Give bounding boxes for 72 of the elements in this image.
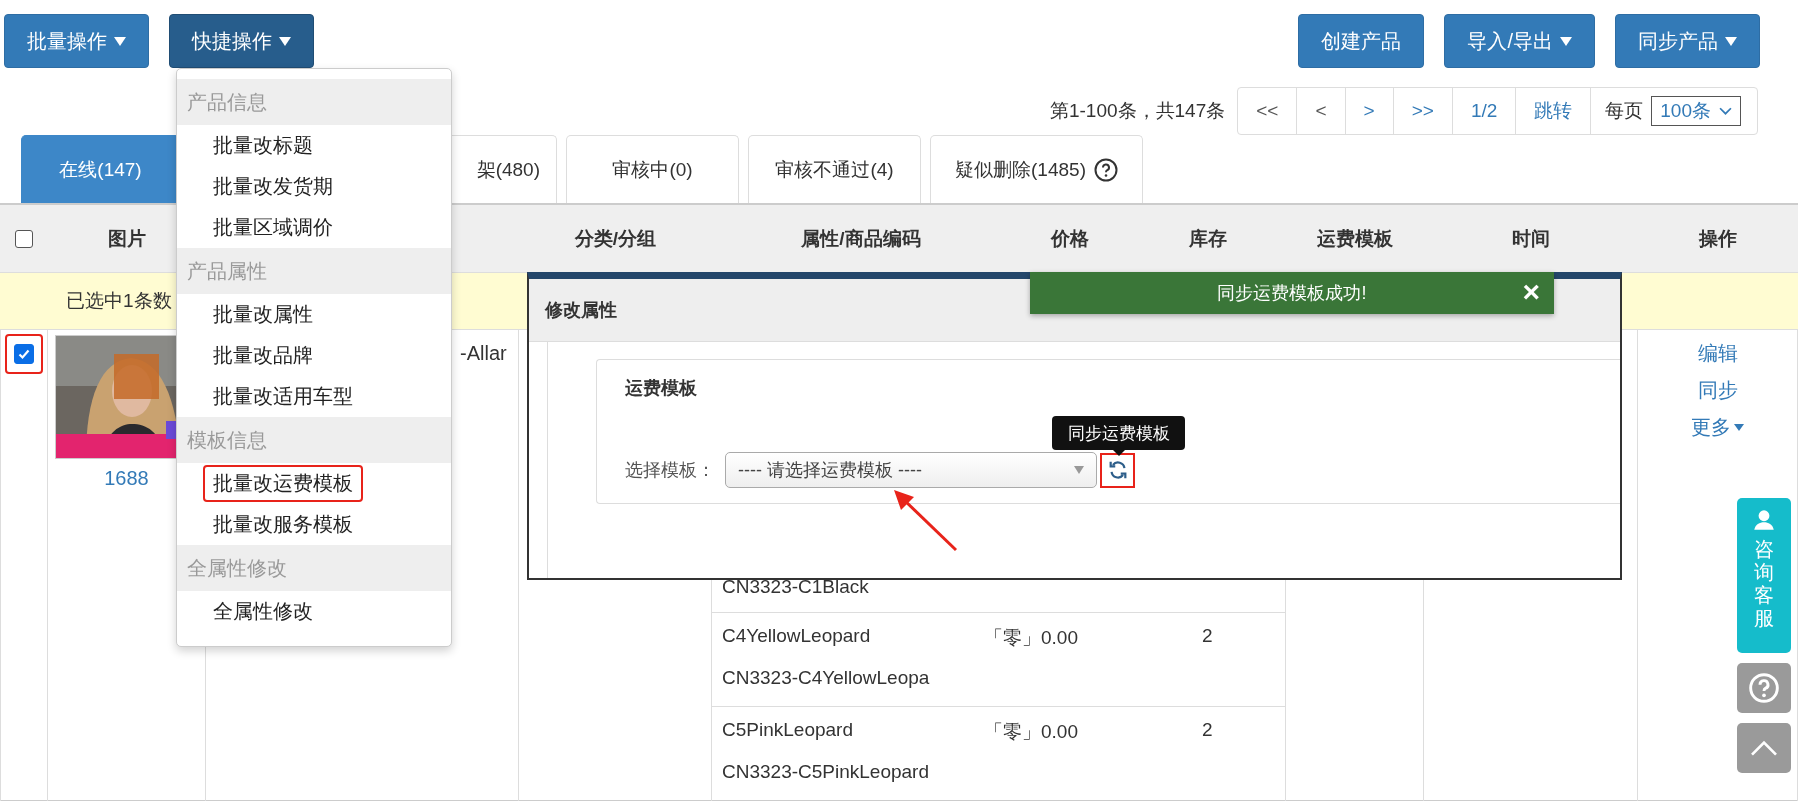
variant-price: 「零」0.00 xyxy=(984,627,1078,648)
menu-item[interactable]: 批量改属性 xyxy=(203,296,323,333)
field-label: 选择模板： xyxy=(625,459,715,482)
variant-code: CN3323-C4YellowLeopa xyxy=(722,667,931,689)
menu-item[interactable]: 全属性修改 xyxy=(203,593,323,630)
menu-item[interactable]: 批量改运费模板 xyxy=(203,465,363,502)
menu-item[interactable]: 批量改标题 xyxy=(203,127,323,164)
refresh-button[interactable] xyxy=(1100,452,1135,488)
selection-notice: 已选中1条数 xyxy=(66,289,172,313)
column-header: 属性/商品编码 xyxy=(800,226,922,251)
menu-item[interactable]: 批量改适用车型 xyxy=(203,378,363,415)
menu-group-header: 产品信息 xyxy=(177,79,451,125)
status-tab[interactable]: 疑似删除(1485) xyxy=(930,135,1143,203)
column-header: 运费模板 xyxy=(1316,226,1394,251)
tooltip: 同步运费模板 xyxy=(1052,416,1185,456)
jump-button[interactable]: 跳转 xyxy=(1516,88,1592,134)
help-icon xyxy=(1093,157,1118,182)
help-icon xyxy=(1748,672,1780,704)
menu-item[interactable]: 批量改发货期 xyxy=(203,168,343,205)
action-link[interactable]: 更多 xyxy=(1691,414,1744,441)
source-link[interactable]: 1688 xyxy=(104,467,149,490)
page-summary: 第1-100条，共147条 xyxy=(1049,99,1226,123)
column-header: 分类/分组 xyxy=(573,226,658,251)
back-to-top-button[interactable] xyxy=(1737,723,1791,773)
variant-price: 「零」0.00 xyxy=(984,721,1078,742)
toolbar-button[interactable]: 批量操作 xyxy=(4,14,149,68)
action-link[interactable]: 同步 xyxy=(1697,377,1738,404)
menu-item[interactable]: 批量改品牌 xyxy=(203,337,323,374)
chevron-down-icon xyxy=(1719,106,1732,116)
variant-name: C4YellowLeopard xyxy=(722,625,872,647)
variant-code: CN3323-C1Black xyxy=(722,576,870,598)
caret-icon xyxy=(1074,466,1084,474)
caret-icon xyxy=(279,36,291,46)
per-page-label: 每页 xyxy=(1604,99,1645,123)
help-button[interactable] xyxy=(1737,663,1791,713)
column-header: 库存 xyxy=(1188,226,1228,251)
caret-icon xyxy=(1560,36,1572,46)
toolbar-button[interactable]: 创建产品 xyxy=(1298,14,1425,68)
caret-icon xyxy=(114,36,126,46)
status-tab[interactable]: 审核不通过(4) xyxy=(748,135,921,203)
template-select[interactable]: ---- 请选择运费模板 ---- xyxy=(725,452,1097,488)
product-title: -Allar xyxy=(460,342,507,364)
variant-name: C5PinkLeopard xyxy=(722,719,854,741)
menu-item[interactable]: 批量改服务模板 xyxy=(203,506,363,543)
menu-group-header: 产品属性 xyxy=(177,248,451,294)
variant-code: CN3323-C5PinkLeopard xyxy=(722,761,930,783)
toolbar-button[interactable]: 快捷操作 xyxy=(169,14,314,68)
page-button[interactable]: >> xyxy=(1393,88,1453,134)
page-indicator: 1/2 xyxy=(1452,88,1517,134)
menu-group-header: 全属性修改 xyxy=(177,545,451,591)
variant-stock: 2 xyxy=(1202,625,1213,646)
action-link[interactable]: 编辑 xyxy=(1697,340,1738,367)
toolbar-button[interactable]: 同步产品 xyxy=(1615,14,1760,68)
toolbar-button[interactable]: 导入/导出 xyxy=(1444,14,1595,68)
row-checkbox[interactable] xyxy=(14,344,34,364)
caret-icon xyxy=(1725,36,1737,46)
status-tab[interactable]: 审核中(0) xyxy=(566,135,739,203)
column-header: 价格 xyxy=(1049,226,1090,251)
column-header: 操作 xyxy=(1697,226,1738,251)
variant-stock: 2 xyxy=(1202,719,1213,740)
modal-title: 修改属性 xyxy=(545,299,617,322)
per-page-select[interactable]: 100条 xyxy=(1651,96,1741,126)
toast-message: 同步运费模板成功! xyxy=(1217,282,1367,305)
column-header: 时间 xyxy=(1511,226,1551,251)
section-title: 运费模板 xyxy=(625,377,698,400)
menu-group-header: 模板信息 xyxy=(177,417,451,463)
column-header: 图片 xyxy=(108,226,146,251)
close-button[interactable]: × xyxy=(1522,277,1540,307)
menu-item[interactable]: 批量区域调价 xyxy=(203,209,343,246)
select-all-checkbox[interactable] xyxy=(15,229,33,248)
page-button[interactable]: > xyxy=(1345,88,1394,134)
caret-icon xyxy=(1734,424,1744,431)
